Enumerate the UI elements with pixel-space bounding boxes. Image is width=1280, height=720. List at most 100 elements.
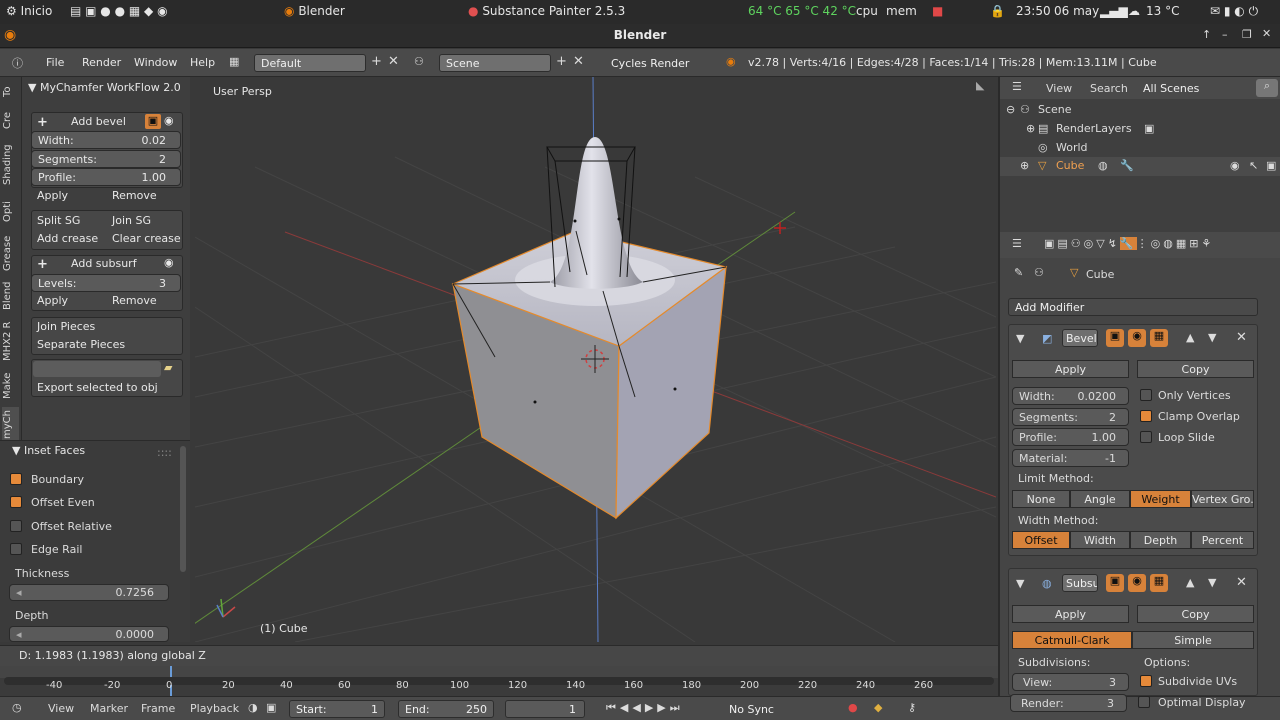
collapse-arrow-icon[interactable]: ▼ bbox=[1016, 577, 1024, 590]
renderability-camera-icon[interactable]: ▣ bbox=[1266, 159, 1276, 172]
signal-icon[interactable]: ▂▄▆ bbox=[1100, 4, 1128, 18]
layout-icon[interactable]: ▦ bbox=[229, 55, 239, 68]
info-editor-icon[interactable]: ⓘ bbox=[12, 55, 23, 71]
bevel-name-field[interactable]: Bevel bbox=[1062, 329, 1098, 347]
window-up-icon[interactable]: ↑ bbox=[1202, 28, 1211, 41]
render-toggle-icon[interactable]: ▣ bbox=[1106, 329, 1124, 347]
method-width-option[interactable]: Width bbox=[1070, 531, 1130, 549]
bevel-profile-field[interactable]: Profile: 1.00 bbox=[1012, 428, 1129, 446]
outliner-filter-selector[interactable]: All Scenes bbox=[1136, 79, 1244, 97]
subsurf-view-levels-field[interactable]: View: 3 bbox=[1012, 673, 1129, 691]
split-sg-button[interactable]: Split SG bbox=[31, 212, 106, 230]
record-keyframe-icon[interactable]: ● bbox=[848, 701, 858, 714]
panel-scrollbar[interactable] bbox=[180, 446, 186, 572]
decrement-arrow-icon[interactable]: ◂ bbox=[16, 628, 22, 641]
export-obj-button[interactable]: Export selected to obj bbox=[31, 379, 181, 397]
menu-render[interactable]: Render bbox=[82, 56, 121, 69]
tab-mhx2[interactable]: MHX2 R bbox=[2, 317, 19, 365]
add-scene-icon[interactable]: + bbox=[556, 54, 567, 69]
export-path-input[interactable] bbox=[33, 361, 161, 377]
tab-shading[interactable]: Shading bbox=[2, 137, 19, 193]
outliner-editor-icon[interactable]: ☰ bbox=[1012, 80, 1022, 93]
eye-icon[interactable]: ◉ bbox=[164, 256, 174, 269]
current-frame-field[interactable]: 1 bbox=[505, 700, 585, 718]
keyframe-icon[interactable]: ◆ bbox=[874, 701, 882, 714]
outliner-row-world[interactable]: ◎ World bbox=[1000, 139, 1280, 158]
tab-options[interactable]: Opti bbox=[2, 197, 19, 227]
keying-set-icon[interactable]: ⚷ bbox=[908, 701, 916, 714]
timeline-marker-menu[interactable]: Marker bbox=[90, 702, 128, 715]
depth-field[interactable]: ◂ 0.0000 bbox=[9, 626, 169, 642]
lock-icon[interactable]: ▣ bbox=[145, 114, 161, 129]
scene-icon[interactable]: ⚇ bbox=[414, 55, 424, 68]
timeline-editor[interactable]: -40 -20 0 20 40 60 80 100 120 140 160 18… bbox=[0, 666, 1000, 696]
modifier-tab-icon[interactable]: 🔧 bbox=[1119, 237, 1137, 250]
viewport-toggle-icon[interactable]: ◉ bbox=[1128, 329, 1146, 347]
properties-context-tabs[interactable]: ▣▤⚇◎▽↯🔧⋮◎◍▦⊞⚘ bbox=[1044, 237, 1214, 250]
launcher-icons[interactable]: ▤ ▣ ● ● ▦ ◆ ◉ bbox=[70, 4, 168, 18]
maximize-icon[interactable]: ❐ bbox=[1242, 28, 1252, 41]
expand-icon[interactable]: ⊖ bbox=[1006, 103, 1015, 116]
join-pieces-button[interactable]: Join Pieces bbox=[31, 318, 181, 336]
minimize-icon[interactable]: – bbox=[1222, 28, 1228, 41]
remove-layout-icon[interactable]: ✕ bbox=[388, 54, 399, 69]
subsurf-apply-button[interactable]: Apply bbox=[1012, 605, 1129, 623]
visibility-eye-icon[interactable]: ◉ bbox=[1230, 159, 1240, 172]
clear-crease-button[interactable]: Clear crease bbox=[106, 230, 181, 248]
preview-range-icon[interactable]: ◑ bbox=[248, 701, 258, 714]
remove-modifier-icon[interactable]: ✕ bbox=[1236, 575, 1247, 590]
mychamfer-panel-header[interactable]: ▼ MyChamfer WorkFlow 2.0 bbox=[22, 78, 190, 98]
properties-editor-icon[interactable]: ☰ bbox=[1012, 237, 1022, 250]
start-menu-button[interactable]: ⚙ Inicio bbox=[6, 4, 52, 18]
search-icon[interactable]: ⌕ bbox=[1256, 79, 1278, 97]
lock-icon[interactable]: 🔒 bbox=[990, 4, 1005, 18]
subsurf-render-levels-field[interactable]: Render: 3 bbox=[1010, 694, 1127, 712]
render-engine-selector[interactable]: Cycles Render bbox=[604, 54, 710, 72]
bevel-profile-field[interactable]: Profile: 1.00 bbox=[31, 168, 181, 186]
move-down-icon[interactable]: ▼ bbox=[1208, 576, 1216, 589]
tab-blend[interactable]: Blend bbox=[2, 279, 19, 313]
move-up-icon[interactable]: ▲ bbox=[1186, 331, 1194, 344]
bevel-segments-field[interactable]: Segments: 2 bbox=[31, 150, 181, 168]
renderlayer-toggle-icon[interactable]: ▣ bbox=[1144, 122, 1154, 135]
end-frame-field[interactable]: End: 250 bbox=[398, 700, 494, 718]
close-window-icon[interactable]: ✕ bbox=[1262, 27, 1271, 40]
remove-scene-icon[interactable]: ✕ bbox=[573, 54, 584, 69]
tab-mychamfer[interactable]: myCh bbox=[2, 407, 19, 443]
thickness-field[interactable]: ◂ 0.7256 bbox=[9, 584, 169, 601]
expand-icon[interactable]: ⊕ bbox=[1020, 159, 1029, 172]
separate-pieces-button[interactable]: Separate Pieces bbox=[31, 336, 181, 354]
taskbar-app-blender[interactable]: ◉ Blender bbox=[284, 4, 345, 18]
viewport-expand-icon[interactable]: ◣ bbox=[976, 79, 984, 92]
viewport-toggle-icon[interactable]: ◉ bbox=[1128, 574, 1146, 592]
3d-viewport[interactable]: User Persp (1) Cube ◣ bbox=[195, 77, 996, 642]
layout-selector[interactable]: Default bbox=[254, 54, 366, 72]
lock-range-icon[interactable]: ▣ bbox=[266, 701, 276, 714]
record-icon[interactable]: ■ bbox=[932, 4, 943, 18]
folder-icon[interactable]: ▰ bbox=[164, 361, 172, 374]
sync-mode-selector[interactable]: No Sync bbox=[722, 700, 830, 718]
editmode-toggle-icon[interactable]: ▦ bbox=[1150, 574, 1168, 592]
limit-vertex-group-option[interactable]: Vertex Gro.. bbox=[1191, 490, 1254, 508]
outliner-row-scene[interactable]: ⊖ ⚇ Scene bbox=[1000, 101, 1280, 120]
tab-make[interactable]: Make bbox=[2, 369, 19, 403]
selectability-cursor-icon[interactable]: ↖ bbox=[1249, 159, 1258, 172]
limit-none-option[interactable]: None bbox=[1012, 490, 1070, 508]
add-layout-icon[interactable]: + bbox=[371, 54, 382, 69]
inset-faces-header[interactable]: ▼ Inset Faces bbox=[12, 444, 85, 457]
bevel-width-field[interactable]: Width: 0.0200 bbox=[1012, 387, 1129, 405]
subsurf-remove-button[interactable]: Remove bbox=[106, 292, 181, 310]
move-up-icon[interactable]: ▲ bbox=[1186, 576, 1194, 589]
subsurf-name-field[interactable]: Subsu bbox=[1062, 574, 1098, 592]
add-crease-button[interactable]: Add crease bbox=[31, 230, 106, 248]
bevel-apply-button[interactable]: Apply bbox=[31, 187, 106, 205]
tab-grease[interactable]: Grease bbox=[2, 231, 19, 275]
outliner-row-renderlayers[interactable]: ⊕ ▤ RenderLayers ▣ bbox=[1000, 120, 1280, 139]
limit-weight-option[interactable]: Weight bbox=[1130, 490, 1191, 508]
bevel-material-field[interactable]: Material: -1 bbox=[1012, 449, 1129, 467]
tab-tools[interactable]: To bbox=[2, 81, 19, 103]
timeline-view-menu[interactable]: View bbox=[48, 702, 74, 715]
outliner-view-menu[interactable]: View bbox=[1046, 82, 1072, 95]
bevel-segments-field[interactable]: Segments: 2 bbox=[1012, 408, 1129, 426]
timeline-frame-menu[interactable]: Frame bbox=[141, 702, 175, 715]
